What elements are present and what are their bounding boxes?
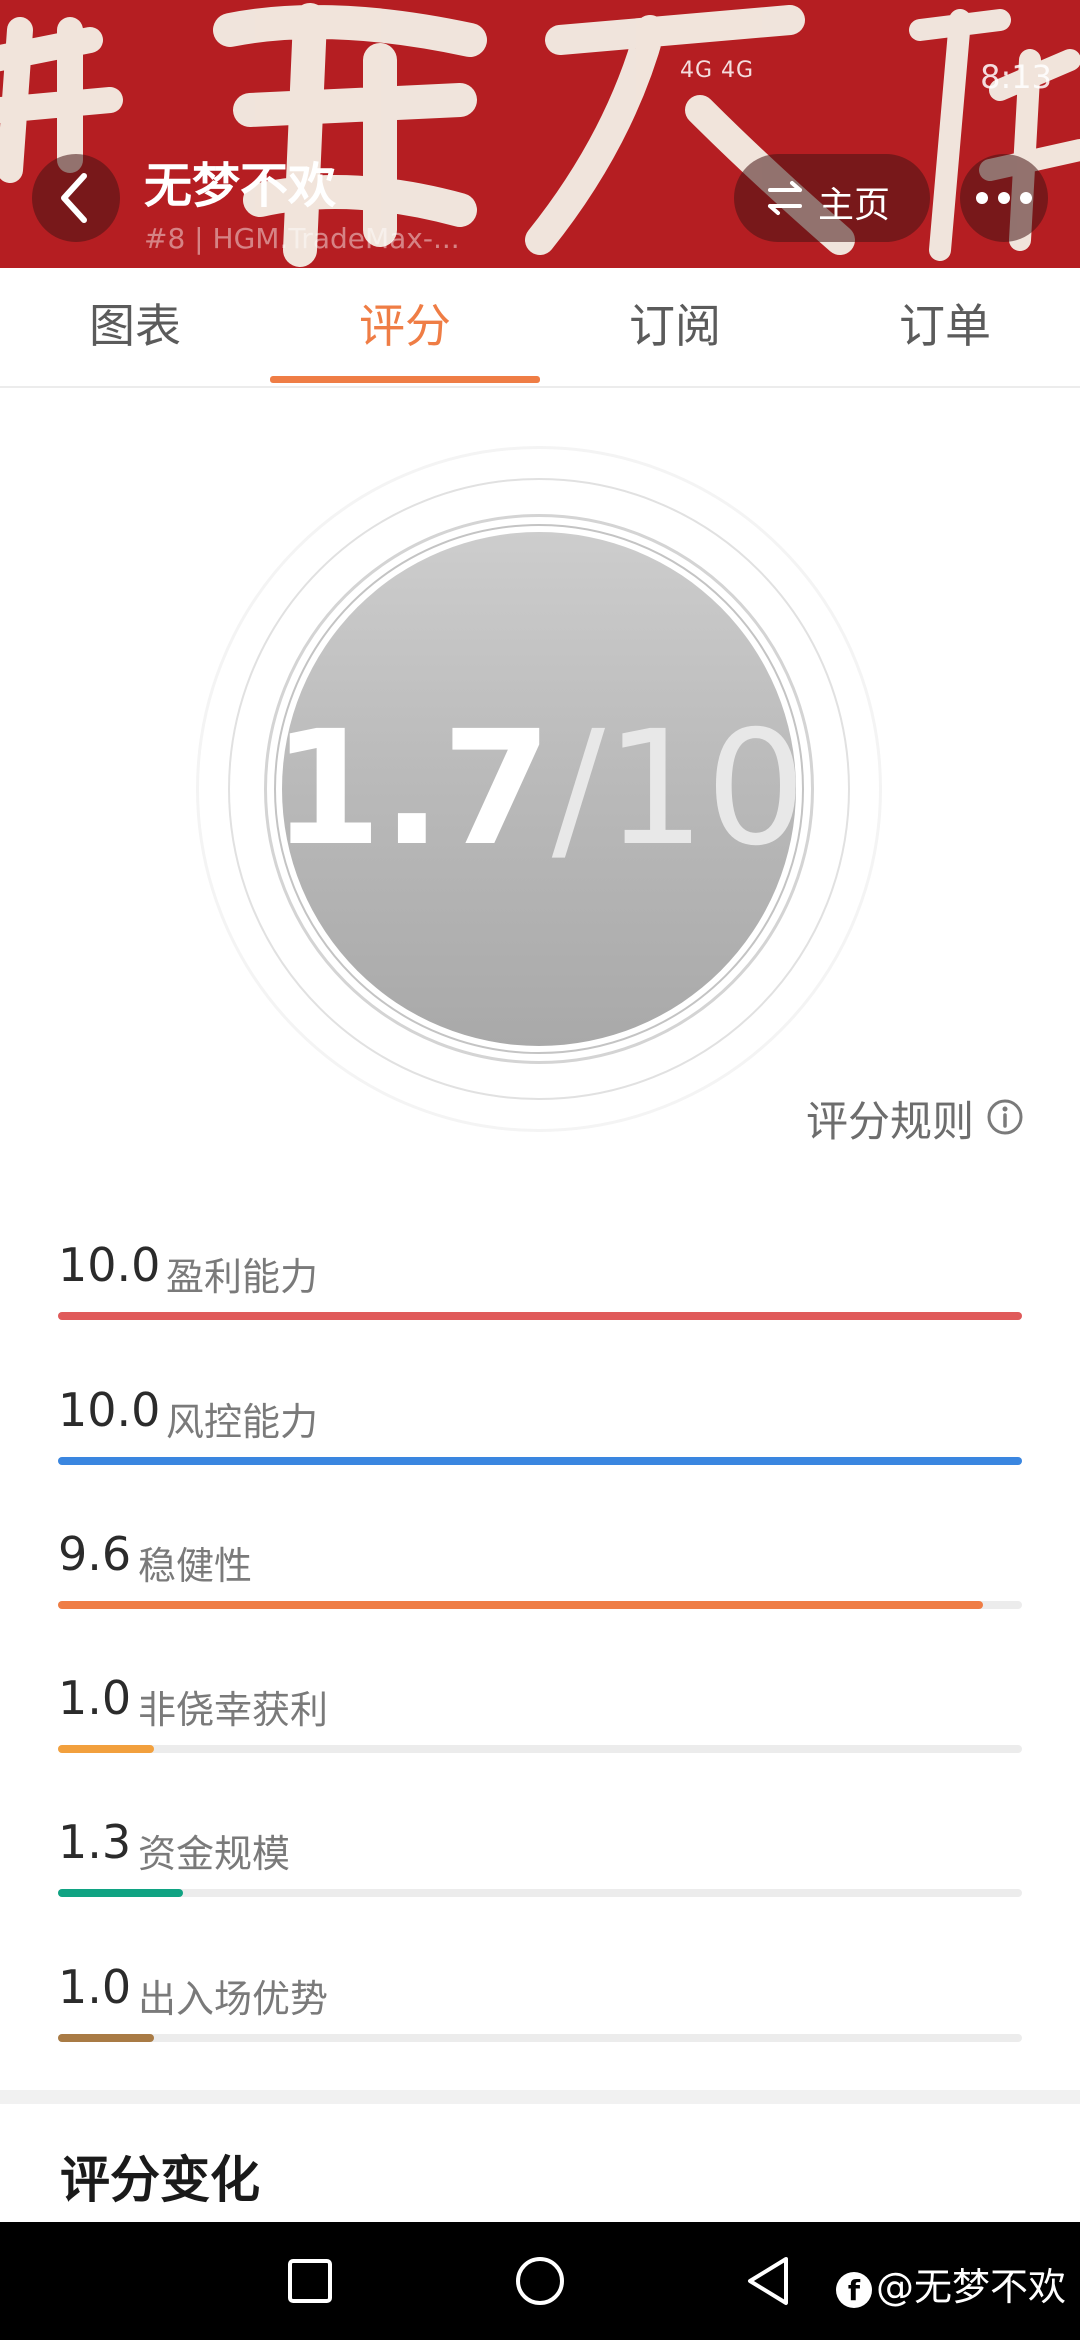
back-triangle-icon[interactable] (744, 2255, 792, 2307)
metric-bar-track (58, 1457, 1022, 1465)
metric-profitability: 10.0 盈利能力 (58, 1238, 1022, 1358)
more-button[interactable] (960, 154, 1048, 242)
metric-label: 风控能力 (166, 1400, 319, 1444)
metric-bar-track (58, 1889, 1022, 1897)
metric-label: 盈利能力 (166, 1255, 319, 1299)
metric-bar-track (58, 1745, 1022, 1753)
scoring-rules-link[interactable]: 评分规则 (764, 1088, 1024, 1148)
strategy-title: 无梦不欢 (144, 158, 337, 214)
active-tab-indicator (270, 376, 540, 383)
status-time: 8:13 (980, 58, 1052, 96)
home-button[interactable]: 主页 (734, 154, 930, 242)
score-max: 10 (605, 697, 807, 881)
tab-chart[interactable]: 图表 (0, 268, 270, 386)
watermark-text: @无梦不欢 (876, 2265, 1067, 2309)
metric-risk-control: 10.0 风控能力 (58, 1383, 1022, 1503)
system-nav-bar: f @无梦不欢 (0, 2222, 1080, 2340)
score-value: 1.7 (271, 697, 552, 881)
tab-bar: 图表 评分 订阅 订单 (0, 268, 1080, 388)
tab-subscribe[interactable]: 订阅 (540, 268, 810, 386)
metric-label: 出入场优势 (138, 1977, 329, 2021)
tab-orders[interactable]: 订单 (810, 268, 1080, 386)
section-divider (0, 2090, 1080, 2104)
chevron-left-icon (61, 173, 87, 223)
swap-icon (768, 181, 802, 215)
strategy-subtitle: #8 | HGM.TradeMax-... (144, 222, 460, 255)
info-icon (987, 1099, 1023, 1135)
metric-bar-fill (58, 1312, 1022, 1320)
metric-value: 9.6 (58, 1527, 132, 1581)
header-banner: 4G 4G 8:13 无梦不欢 #8 | HGM.TradeMax-... 主页 (0, 0, 1080, 268)
back-button[interactable] (32, 154, 120, 242)
metric-bar-track (58, 2034, 1022, 2042)
score-slash: / (551, 697, 606, 881)
score-dial: 1.7/10 (196, 446, 882, 1132)
total-score: 1.7/10 (196, 446, 882, 1132)
metric-bar-fill (58, 1745, 155, 1753)
watermark: f @无梦不欢 (836, 2256, 1066, 2311)
metric-value: 10.0 (58, 1383, 161, 1437)
recents-square-icon[interactable] (286, 2257, 334, 2305)
metric-non-luck-profit: 1.0 非侥幸获利 (58, 1671, 1022, 1791)
metric-label: 非侥幸获利 (138, 1688, 329, 1732)
home-circle-icon[interactable] (514, 2255, 566, 2307)
metric-capital-scale: 1.3 资金规模 (58, 1815, 1022, 1935)
metric-value: 1.0 (58, 1960, 132, 2014)
status-bar: 4G 4G 8:13 (680, 58, 1080, 98)
metric-entry-exit-advantage: 1.0 出入场优势 (58, 1960, 1022, 2080)
metric-bar-track (58, 1601, 1022, 1609)
metric-label: 稳健性 (138, 1544, 253, 1588)
metric-value: 1.0 (58, 1671, 132, 1725)
metric-bar-fill (58, 1457, 1022, 1465)
metric-bar-fill (58, 1889, 184, 1897)
metric-value: 1.3 (58, 1815, 132, 1869)
facebook-icon: f (836, 2271, 872, 2308)
score-history-title: 评分变化 (60, 2151, 260, 2209)
metric-bar-fill (58, 1601, 984, 1609)
metric-label: 资金规模 (138, 1832, 291, 1876)
metric-stability: 9.6 稳健性 (58, 1527, 1022, 1647)
metric-bar-track (58, 1312, 1022, 1320)
metric-value: 10.0 (58, 1238, 161, 1292)
more-dots-icon (976, 192, 1032, 204)
home-label: 主页 (818, 185, 891, 226)
metric-bar-fill (58, 2034, 155, 2042)
signal-indicator: 4G 4G (680, 58, 755, 83)
scoring-rules-label: 评分规则 (805, 1097, 974, 1146)
tab-score[interactable]: 评分 (270, 268, 540, 386)
